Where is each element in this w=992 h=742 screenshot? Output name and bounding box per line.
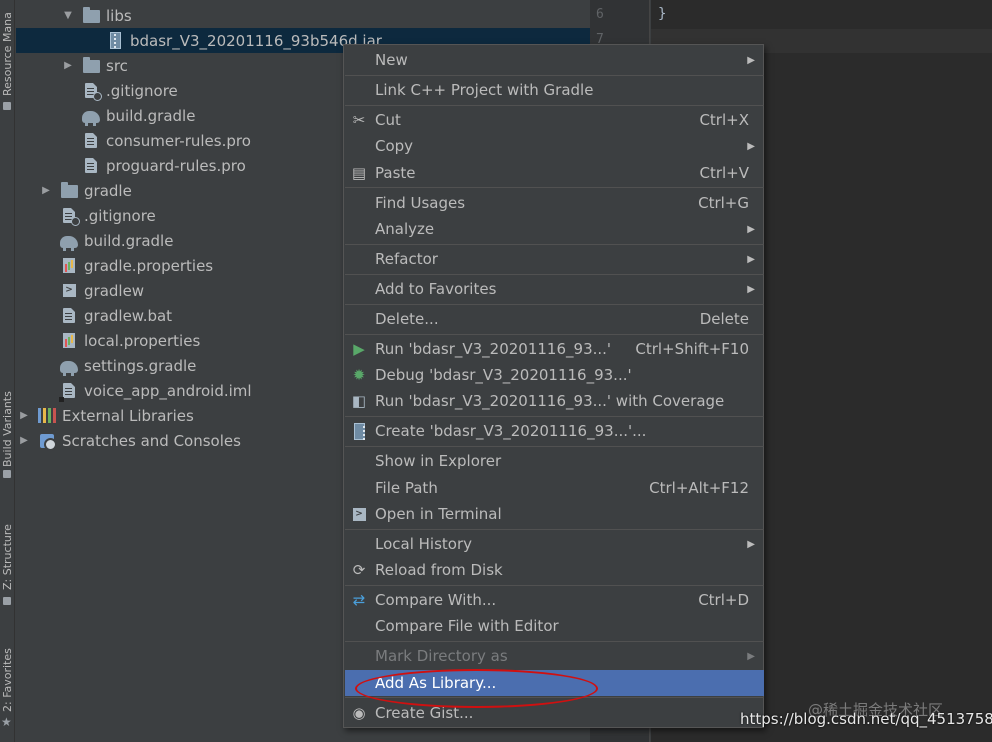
menu-separator [345,187,764,188]
submenu-arrow-icon: ▶ [747,140,755,152]
menu-item-show-explorer[interactable]: Show in Explorer [345,448,764,474]
menu-item-copy[interactable]: Copy ▶ [345,133,764,159]
menu-separator [345,105,764,106]
chevron-down-icon[interactable]: ▼ [62,3,74,28]
submenu-arrow-icon: ▶ [747,283,755,295]
terminal-icon: > [349,504,369,524]
submenu-arrow-icon: ▶ [747,253,755,265]
code-line: } [658,6,667,22]
gradle-icon [60,232,78,251]
menu-item-add-favorites[interactable]: Add to Favorites ▶ [345,276,764,302]
structure-tab[interactable]: Z: Structure [0,515,15,590]
gradle-icon [82,107,100,126]
chevron-right-icon[interactable]: ▶ [40,178,52,203]
gradle-icon [60,357,78,376]
watermark-url: https://blog.csdn.net/qq_45137584 [740,710,992,728]
menu-item-paste[interactable]: ▤ Paste Ctrl+V [345,160,764,186]
menu-separator [345,529,764,530]
compare-icon: ⇄ [352,591,366,609]
gitignore-icon [82,82,102,101]
menu-item-open-terminal[interactable]: > Open in Terminal [345,501,764,527]
menu-item-create-config[interactable]: Create 'bdasr_V3_20201116_93...'... [345,418,764,444]
build-variants-tab[interactable]: Build Variants [0,375,15,467]
properties-icon [60,332,78,350]
menu-item-delete[interactable]: Delete... Delete [345,306,764,332]
submenu-arrow-icon: ▶ [747,650,755,662]
scissors-icon: ✂ [352,111,366,129]
menu-separator [345,304,764,305]
terminal-file-icon: > [60,282,78,300]
jar-icon [349,421,369,441]
chevron-right-icon[interactable]: ▶ [18,403,30,428]
submenu-arrow-icon: ▶ [747,54,755,66]
menu-separator [345,416,764,417]
coverage-icon: ◧ [351,392,367,410]
run-icon: ▶ [353,340,365,358]
build-variants-icon [3,470,11,478]
menu-item-debug[interactable]: ✹ Debug 'bdasr_V3_20201116_93...' [345,362,764,388]
menu-item-link-cpp[interactable]: Link C++ Project with Gradle [345,77,764,103]
gitignore-icon [60,207,80,226]
favorites-tab[interactable]: 2: Favorites [0,640,15,712]
folder-icon [82,7,100,25]
jar-icon [106,32,124,50]
file-icon [82,132,100,150]
menu-separator [345,446,764,447]
red-annotation-oval [355,669,598,708]
menu-item-new[interactable]: New ▶ [345,47,764,73]
submenu-arrow-icon: ▶ [747,223,755,235]
file-icon [60,307,78,325]
context-menu: New ▶ Link C++ Project with Gradle ✂ Cut… [343,44,764,728]
libraries-icon [38,407,56,425]
properties-icon [60,257,78,275]
clipboard-icon: ▤ [351,164,367,182]
line-number: 6 [596,7,604,22]
resource-manager-tab[interactable]: Resource Mana [0,0,15,96]
menu-separator [345,274,764,275]
menu-separator [345,75,764,76]
tree-row-libs[interactable]: ▼ libs [16,3,590,28]
chevron-right-icon[interactable]: ▶ [18,428,30,453]
menu-item-find-usages[interactable]: Find Usages Ctrl+G [345,190,764,216]
menu-item-compare-editor[interactable]: Compare File with Editor [345,613,764,639]
menu-item-refactor[interactable]: Refactor ▶ [345,246,764,272]
menu-item-run-coverage[interactable]: ◧ Run 'bdasr_V3_20201116_93...' with Cov… [345,388,764,414]
reload-icon: ⟳ [352,561,366,579]
menu-item-file-path[interactable]: File Path Ctrl+Alt+F12 [345,475,764,501]
menu-separator [345,334,764,335]
menu-item-reload[interactable]: ⟳ Reload from Disk [345,557,764,583]
folder-icon [60,182,78,200]
menu-separator [345,641,764,642]
chevron-right-icon[interactable]: ▶ [62,53,74,78]
scratches-icon [38,432,57,451]
menu-separator [345,244,764,245]
structure-icon [3,597,11,605]
menu-item-mark-directory[interactable]: Mark Directory as ▶ [345,643,764,669]
iml-icon [59,382,78,402]
bug-icon: ✹ [352,366,366,384]
resource-manager-icon [3,102,11,110]
menu-separator [345,585,764,586]
menu-item-compare-with[interactable]: ⇄ Compare With... Ctrl+D [345,587,764,613]
menu-item-cut[interactable]: ✂ Cut Ctrl+X [345,107,764,133]
menu-item-run[interactable]: ▶ Run 'bdasr_V3_20201116_93...' Ctrl+Shi… [345,336,764,362]
github-icon: ◉ [352,704,366,722]
submenu-arrow-icon: ▶ [747,538,755,550]
star-icon: ★ [1,715,12,729]
folder-icon [82,57,100,75]
menu-item-local-history[interactable]: Local History ▶ [345,531,764,557]
file-icon [82,157,100,175]
left-tool-strip: Resource Mana Build Variants Z: Structur… [0,0,15,742]
menu-item-analyze[interactable]: Analyze ▶ [345,216,764,242]
